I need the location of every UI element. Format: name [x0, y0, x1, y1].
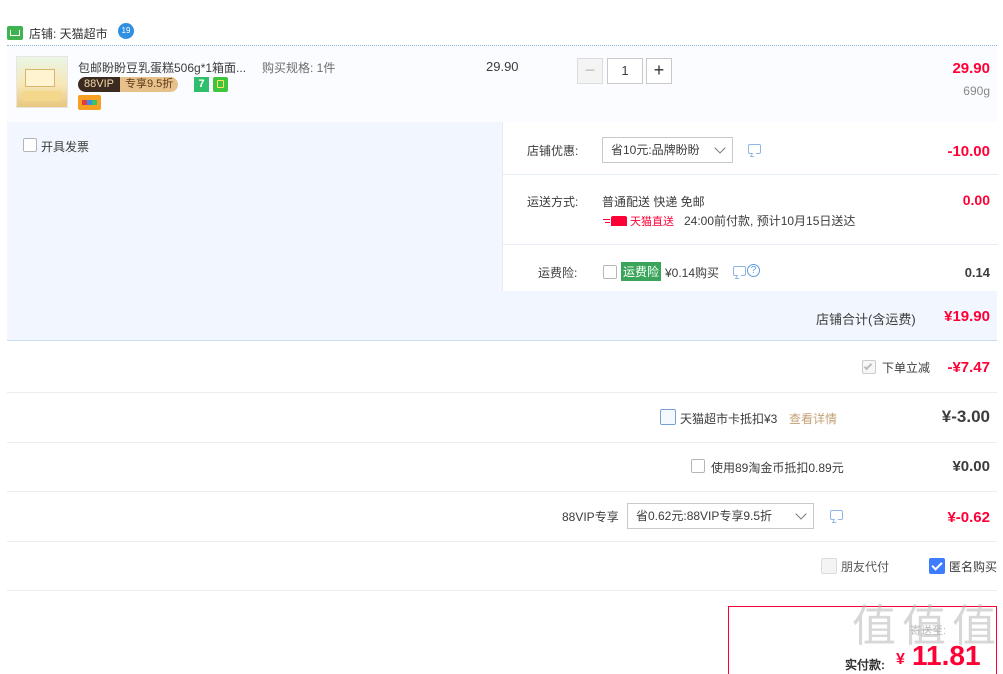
coins-checkbox[interactable] — [691, 459, 705, 473]
order-discount-amount: -¥7.47 — [947, 359, 990, 376]
order-discount-checkbox — [862, 360, 876, 374]
tmall-card-detail-link[interactable]: 查看详情 — [789, 410, 837, 427]
chevron-down-icon — [714, 142, 726, 154]
seven-day-return-icon: 7 — [194, 77, 209, 92]
insurance-price: ¥0.14购买 — [665, 266, 720, 280]
tmall-card-label: 天猫超市卡抵扣¥3 — [680, 412, 778, 426]
quantity-input[interactable]: 1 — [607, 58, 643, 84]
shipping-method: 普通配送 快递 免邮 — [602, 195, 705, 209]
shop-name[interactable]: 店铺: 天猫超市 — [29, 25, 108, 42]
item-title[interactable]: 包邮盼盼豆乳蛋糕506g*1箱面... — [78, 59, 246, 76]
guarantee-icon — [213, 77, 228, 92]
item-spec: 购买规格: 1件 — [262, 61, 336, 75]
vip88-select[interactable]: 省0.62元:88VIP专享9.5折 — [627, 503, 814, 529]
vip88-amount: ¥-0.62 — [947, 509, 990, 526]
shop-discount-amount: -10.00 — [947, 143, 990, 160]
anonymous-checkbox[interactable] — [929, 558, 945, 574]
shop-icon — [7, 26, 23, 40]
anonymous-label[interactable]: 匿名购买 — [949, 558, 997, 575]
quantity-decrement-button[interactable]: − — [577, 58, 603, 84]
vip-discount-label: 专享9.5折 — [119, 77, 179, 92]
invoice-label[interactable]: 开具发票 — [41, 138, 89, 155]
vip88-selected: 省0.62元:88VIP专享9.5折 — [636, 509, 773, 523]
shop-total-amount: ¥19.90 — [944, 308, 990, 325]
coins-label: 使用89淘金币抵扣0.89元 — [711, 461, 844, 475]
comment-icon[interactable] — [733, 266, 746, 276]
invoice-checkbox[interactable] — [23, 138, 37, 152]
shop-discount-selected: 省10元:品牌盼盼 — [611, 143, 700, 157]
shipping-label: 运送方式: — [527, 195, 579, 209]
shop-badge-count: 19 — [121, 26, 131, 35]
tmall-card-checkbox[interactable] — [660, 409, 676, 425]
shop-discount-select[interactable]: 省10元:品牌盼盼 — [602, 137, 733, 163]
insurance-tag: 运费险 — [621, 262, 662, 281]
shop-total-label: 店铺合计(含运费) — [816, 312, 916, 327]
card-icon — [78, 95, 101, 110]
watermark-logo: 值 值 值 — [852, 590, 996, 654]
watermark-text: 值 值 值 — [852, 601, 996, 652]
comment-icon[interactable] — [830, 510, 843, 520]
shipping-eta: 24:00前付款, 预计10月15日送达 — [684, 214, 856, 228]
tmall-card-amount: ¥-3.00 — [941, 407, 990, 426]
divider — [7, 590, 997, 591]
vip-tag-label: 88VIP — [78, 77, 120, 92]
comment-icon[interactable] — [748, 144, 761, 154]
friend-pay-checkbox — [821, 558, 837, 574]
product-thumbnail[interactable] — [16, 56, 68, 108]
order-discount-label: 下单立减 — [882, 361, 931, 375]
coins-amount: ¥0.00 — [952, 458, 990, 475]
payment-label: 实付款: — [845, 658, 885, 672]
insurance-checkbox[interactable] — [603, 265, 617, 279]
insurance-amount: 0.14 — [964, 265, 990, 280]
shipping-amount: 0.00 — [962, 192, 990, 208]
item-total: 29.90 — [952, 60, 990, 77]
seven-day-badge-text: 7 — [198, 78, 205, 90]
shop-chat-icon[interactable]: 19 — [118, 23, 134, 39]
tmall-direct-label: 天猫直送 — [630, 216, 674, 228]
insurance-label: 运费险: — [538, 266, 578, 280]
divider — [7, 491, 997, 492]
quantity-increment-button[interactable]: + — [646, 58, 672, 84]
friend-pay-label: 朋友代付 — [841, 560, 890, 574]
help-icon[interactable]: ? — [747, 264, 760, 277]
divider — [7, 442, 997, 443]
tmall-direct-icon — [603, 215, 627, 226]
vip88-label: 88VIP专享 — [562, 510, 619, 524]
item-weight: 690g — [963, 84, 990, 98]
chevron-down-icon — [795, 508, 807, 520]
divider — [7, 392, 997, 393]
vip-tag: 88VIP 专享9.5折 — [78, 77, 179, 92]
unit-price: 29.90 — [486, 59, 519, 74]
divider — [7, 541, 997, 542]
shop-discount-label: 店铺优惠: — [527, 144, 579, 158]
